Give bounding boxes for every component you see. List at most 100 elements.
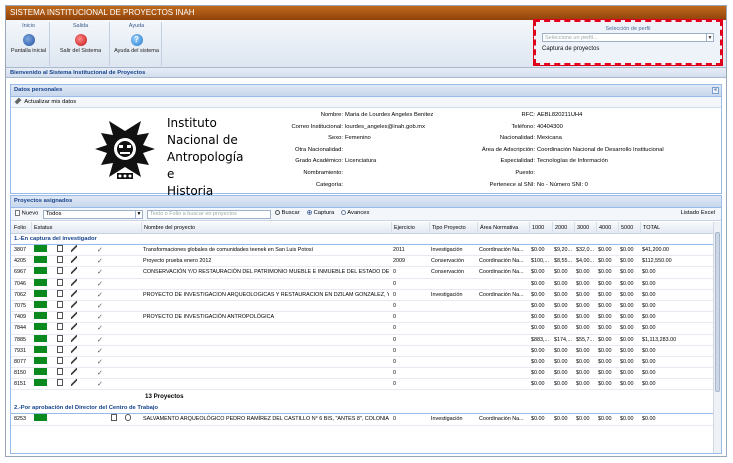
delete-icon[interactable]	[57, 334, 63, 342]
delete-icon[interactable]	[57, 312, 63, 320]
table-row[interactable]: 7885 ✓ 0 $883,... $174,... $55,7... $0.00 $0.00…	[11, 334, 713, 346]
delete-icon[interactable]	[57, 379, 63, 387]
panel-title: Proyectos asignados	[14, 198, 73, 204]
column-header[interactable]: 2000	[552, 222, 574, 234]
send-check-icon[interactable]: ✓	[97, 346, 103, 353]
send-check-icon[interactable]: ✓	[97, 279, 103, 286]
grid-scrollbar[interactable]	[713, 222, 721, 453]
column-header[interactable]: TOTAL	[640, 222, 710, 234]
delete-icon[interactable]	[57, 267, 63, 275]
column-header[interactable]: Tipo Proyecto	[429, 222, 477, 234]
column-header[interactable]: Área Normativa	[477, 222, 529, 234]
table-row[interactable]: 7075 ✓ 0 $0.00 $0.00 $0.00 $0.00 $0.00 $0.00	[11, 300, 713, 313]
send-check-icon[interactable]: ✓	[97, 256, 103, 263]
send-check-icon[interactable]: ✓	[97, 245, 103, 252]
edit-icon[interactable]	[71, 256, 77, 264]
table-row[interactable]: 7046 ✓ 0 $0.00 $0.00 $0.00 $0.00 $0.00 $0.00	[11, 278, 713, 290]
chevron-down-icon[interactable]: ▼	[706, 34, 713, 41]
exit-button[interactable]: Salir del Sistema	[53, 30, 109, 54]
group-header-capture[interactable]: 1.-En captura del investigador	[11, 234, 713, 245]
personal-data-header[interactable]: Datos personales «	[10, 84, 722, 97]
delete-icon[interactable]	[57, 256, 63, 264]
copy-icon[interactable]	[111, 414, 117, 422]
help-button[interactable]: ? Ayuda del sistema	[113, 30, 161, 54]
table-row[interactable]: 3807 ✓ Transformaciones globales de comuni…	[11, 245, 713, 257]
cell-project-type: Investigación	[431, 416, 463, 423]
send-check-icon[interactable]: ✓	[97, 301, 103, 308]
radio-capture[interactable]: Captura	[307, 210, 334, 216]
column-header[interactable]: 5000	[618, 222, 640, 234]
edit-icon[interactable]	[71, 312, 77, 320]
delete-icon[interactable]	[57, 356, 63, 364]
cell-2000: $0.00	[554, 370, 568, 377]
projects-header[interactable]: Proyectos asignados	[10, 195, 722, 208]
column-header[interactable]: Estatus	[31, 222, 141, 234]
search-button[interactable]: Buscar	[275, 210, 300, 216]
table-row[interactable]: 7931 ✓ 0 $0.00 $0.00 $0.00 $0.00 $0.00 $0.00	[11, 345, 713, 357]
pencil-icon	[14, 98, 22, 105]
personal-field-row: Área de Adscripción: Coordinación Naciona…	[11, 147, 711, 157]
group-header-approval[interactable]: 2.-Por aprobación del Director del Centr…	[11, 403, 713, 415]
search-input[interactable]: Texto o Folio a buscar en proyectos	[147, 210, 271, 219]
collapse-icon[interactable]: «	[712, 87, 719, 94]
send-check-icon[interactable]: ✓	[97, 368, 103, 375]
radio-advances[interactable]: Avances	[341, 210, 369, 216]
edit-icon[interactable]	[71, 334, 77, 342]
edit-icon[interactable]	[71, 289, 77, 297]
cell-4000: $0.00	[598, 280, 612, 287]
table-row[interactable]: 8151 ✓ 0 $0.00 $0.00 $0.00 $0.00 $0.00 $0.00	[11, 379, 713, 391]
column-header[interactable]: Ejercicio	[391, 222, 429, 234]
table-row[interactable]: 7409 ✓ PROYECTO DE INVESTIGACIÓN ANTROPOLÓ…	[11, 312, 713, 324]
column-header[interactable]: 3000	[574, 222, 596, 234]
profile-option[interactable]: Captura de proyectos	[542, 46, 714, 52]
delete-icon[interactable]	[57, 345, 63, 353]
edit-icon[interactable]	[71, 379, 77, 387]
send-check-icon[interactable]: ✓	[97, 312, 103, 319]
table-row[interactable]: 4205 ✓ Proyecto prueba enero 2012 2009 Conse…	[11, 256, 713, 268]
table-row[interactable]: 8150 ✓ 0 $0.00 $0.00 $0.00 $0.00 $0.00 $0.00	[11, 368, 713, 380]
update-data-button[interactable]: Actualizar mis datos	[11, 97, 721, 108]
column-header[interactable]: Nombre del proyecto	[141, 222, 391, 234]
column-header[interactable]: 1000	[529, 222, 552, 234]
radio-advances-dot[interactable]	[341, 210, 346, 215]
edit-icon[interactable]	[71, 356, 77, 364]
edit-icon[interactable]	[71, 368, 77, 376]
cell-1000: $0.00	[531, 370, 545, 377]
scrollbar-thumb[interactable]	[715, 232, 720, 392]
edit-icon[interactable]	[71, 267, 77, 275]
send-check-icon[interactable]: ✓	[97, 379, 103, 386]
delete-icon[interactable]	[57, 289, 63, 297]
table-row[interactable]: 7062 ✓ PROYECTO DE INVESTIGACION ARQUEOLOG…	[11, 289, 713, 301]
table-row[interactable]: 7844 ✓ 0 $0.00 $0.00 $0.00 $0.00 $0.00 $0.00	[11, 323, 713, 335]
excel-list-button[interactable]: Listado Excel	[681, 210, 715, 216]
radio-capture-dot[interactable]	[307, 210, 312, 215]
edit-icon[interactable]	[71, 278, 77, 286]
edit-icon[interactable]	[71, 245, 77, 252]
column-header[interactable]: 4000	[596, 222, 618, 234]
delete-icon[interactable]	[57, 300, 63, 308]
delete-icon[interactable]	[57, 245, 63, 252]
edit-icon[interactable]	[71, 345, 77, 353]
table-row[interactable]: 8077 ✓ 0 $0.00 $0.00 $0.00 $0.00 $0.00 $0.00	[11, 356, 713, 369]
send-check-icon[interactable]: ✓	[97, 335, 103, 342]
chevron-down-icon[interactable]: ▼	[135, 211, 142, 218]
send-check-icon[interactable]: ✓	[97, 267, 103, 274]
delete-icon[interactable]	[57, 323, 63, 331]
cell-5000: $0.00	[620, 381, 634, 388]
edit-icon[interactable]	[71, 300, 77, 308]
send-check-icon[interactable]: ✓	[97, 290, 103, 297]
column-header[interactable]: Folio	[12, 222, 32, 234]
comment-icon[interactable]	[125, 414, 131, 422]
delete-icon[interactable]	[57, 278, 63, 286]
delete-icon[interactable]	[57, 368, 63, 376]
table-row[interactable]: 8253 SALVAMENTO ARQUEOLÓGICO PEDRO RAMÍRE…	[11, 414, 713, 426]
home-button[interactable]: Pantalla inicial	[9, 30, 49, 54]
cell-year: 0	[393, 302, 396, 309]
profile-dropdown[interactable]: Seleccione un perfil... ▼	[542, 33, 714, 42]
new-project-button[interactable]: Nuevo	[15, 210, 38, 217]
edit-icon[interactable]	[71, 323, 77, 331]
send-check-icon[interactable]: ✓	[97, 357, 103, 364]
status-filter-select[interactable]: Todos ▼	[43, 210, 143, 219]
send-check-icon[interactable]: ✓	[97, 323, 103, 330]
table-row[interactable]: 6967 ✓ CONSERVACIÓN Y/O RESTAURACIÓN DEL P…	[11, 267, 713, 279]
